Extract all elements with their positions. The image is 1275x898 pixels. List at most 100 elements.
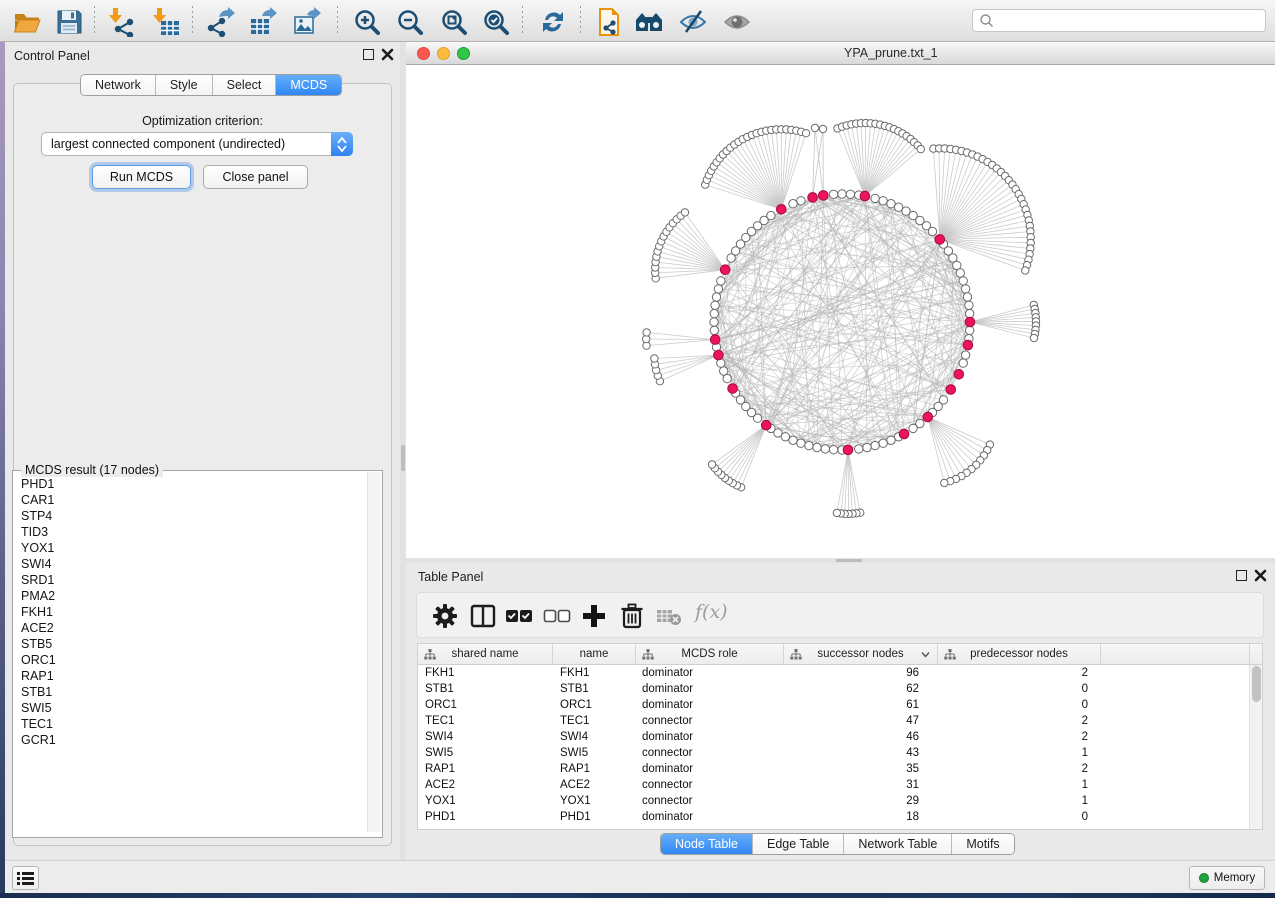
column-header-filler [1101,644,1250,664]
mcds-result-item[interactable]: STB1 [14,684,366,700]
mcds-result-scrollbar[interactable] [367,472,381,832]
run-mcds-button[interactable]: Run MCDS [92,165,191,189]
float-table-panel-icon[interactable] [1236,570,1247,581]
tab-network[interactable]: Network [81,75,156,95]
task-history-button[interactable] [12,866,39,890]
table-row[interactable]: RAP1RAP1dominator352 [418,761,1250,777]
mcds-result-item[interactable]: STB5 [14,636,366,652]
mcds-result-item[interactable]: YOX1 [14,540,366,556]
table-cell: YOX1 [553,793,636,809]
mcds-result-item[interactable]: GCR1 [14,732,366,748]
close-table-panel-icon[interactable] [1254,569,1267,582]
search-box[interactable] [972,9,1266,32]
zoom-out-icon[interactable] [395,7,425,37]
column-header-MCDS-role[interactable]: MCDS role [636,644,784,664]
table-cell: 1 [938,777,1101,793]
desktop-wallpaper-bottom [0,893,1275,898]
mcds-result-item[interactable]: RAP1 [14,668,366,684]
mcds-result-item[interactable]: TEC1 [14,716,366,732]
table-cell: TEC1 [553,713,636,729]
export-image-icon[interactable] [292,7,322,37]
float-panel-icon[interactable] [363,49,374,60]
import-network-icon[interactable] [108,7,138,37]
mcds-result-item[interactable]: ACE2 [14,620,366,636]
delete-row-trash-icon[interactable] [618,602,646,630]
select-all-icon[interactable] [505,602,533,630]
table-row[interactable]: FKH1FKH1dominator962 [418,665,1250,681]
close-panel-icon[interactable] [381,48,394,61]
network-from-document-icon[interactable] [594,7,624,37]
save-session-icon[interactable] [54,7,84,37]
mcds-result-title: MCDS result (17 nodes) [21,463,163,477]
network-window-title: YPA_prune.txt_1 [844,46,938,60]
zoom-fit-icon[interactable] [439,7,469,37]
export-network-icon[interactable] [205,7,235,37]
table-row[interactable]: ORC1ORC1dominator610 [418,697,1250,713]
open-file-icon[interactable] [12,7,42,37]
table-row[interactable]: PHD1PHD1dominator180 [418,809,1250,825]
table-row[interactable]: ACE2ACE2connector311 [418,777,1250,793]
optimization-criterion-select[interactable]: largest connected component (undirected) [41,132,353,156]
column-header-predecessor-nodes[interactable]: predecessor nodes [938,644,1101,664]
tab-select[interactable]: Select [213,75,277,95]
zoom-in-icon[interactable] [352,7,382,37]
node-table: shared namenameMCDS rolesuccessor nodesp… [417,643,1263,830]
table-cell [1101,793,1250,809]
table-cell: 96 [784,665,938,681]
window-minimize-icon[interactable] [437,47,450,60]
scrollbar-thumb[interactable] [1252,666,1261,702]
mcds-result-item[interactable]: PHD1 [14,476,366,492]
table-cell: 1 [938,793,1101,809]
export-table-icon[interactable] [248,7,278,37]
memory-button[interactable]: Memory [1189,866,1265,890]
mcds-result-item[interactable]: TID3 [14,524,366,540]
table-row[interactable]: STB1STB1dominator620 [418,681,1250,697]
mcds-result-item[interactable]: CAR1 [14,492,366,508]
mcds-result-item[interactable]: STP4 [14,508,366,524]
show-columns-icon[interactable] [469,602,497,630]
table-cell [1101,697,1250,713]
function-builder-icon[interactable]: f(x) [695,601,728,623]
table-row[interactable]: TEC1TEC1connector472 [418,713,1250,729]
table-cell: 2 [938,665,1101,681]
search-input[interactable] [994,10,1265,31]
table-tab-network-table[interactable]: Network Table [844,834,952,854]
table-tab-motifs[interactable]: Motifs [952,834,1013,854]
window-close-icon[interactable] [417,47,430,60]
control-panel: Control Panel NetworkStyleSelectMCDS Opt… [5,42,400,860]
node-table-scrollbar[interactable] [1249,665,1262,829]
tab-mcds[interactable]: MCDS [276,75,341,95]
window-zoom-icon[interactable] [457,47,470,60]
mcds-result-item[interactable]: PMA2 [14,588,366,604]
close-panel-button[interactable]: Close panel [203,165,308,189]
tab-style[interactable]: Style [156,75,213,95]
import-table-icon[interactable] [152,7,182,37]
delete-table-icon[interactable] [655,602,683,630]
mcds-result-item[interactable]: SWI4 [14,556,366,572]
table-cell [1101,713,1250,729]
add-row-plus-icon[interactable] [580,602,608,630]
table-row[interactable]: YOX1YOX1connector291 [418,793,1250,809]
network-graph[interactable] [406,65,1275,558]
search-network-binoculars-icon[interactable] [634,7,664,37]
table-tab-edge-table[interactable]: Edge Table [753,834,844,854]
show-details-eye-icon[interactable] [722,7,752,37]
hide-details-eye-slash-icon[interactable] [678,7,708,37]
mcds-result-item[interactable]: SWI5 [14,700,366,716]
mcds-result-item[interactable]: ORC1 [14,652,366,668]
column-header-name[interactable]: name [553,644,636,664]
column-header-shared-name[interactable]: shared name [418,644,553,664]
table-tab-node-table[interactable]: Node Table [661,834,753,854]
refresh-layout-icon[interactable] [538,7,568,37]
network-window-titlebar[interactable]: YPA_prune.txt_1 [406,42,1275,65]
table-row[interactable]: SWI4SWI4dominator462 [418,729,1250,745]
main-toolbar [0,0,1275,42]
mcds-result-item[interactable]: FKH1 [14,604,366,620]
zoom-selected-icon[interactable] [481,7,511,37]
select-stepper-icon [331,132,353,156]
column-header-successor-nodes[interactable]: successor nodes [784,644,938,664]
table-settings-gear-icon[interactable] [431,602,459,630]
table-row[interactable]: SWI5SWI5connector431 [418,745,1250,761]
deselect-all-icon[interactable] [543,602,571,630]
mcds-result-item[interactable]: SRD1 [14,572,366,588]
